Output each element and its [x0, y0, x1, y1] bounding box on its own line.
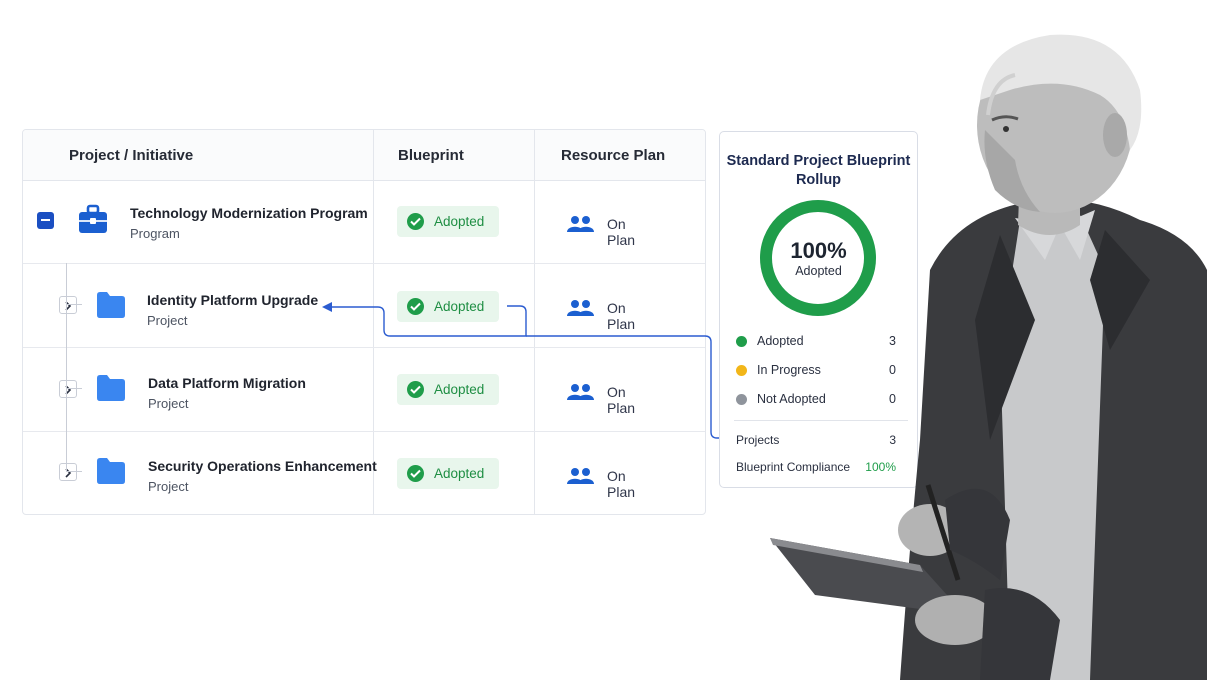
person-with-tablet-image [770, 34, 1207, 680]
legend-dot [736, 336, 747, 347]
legend-dot [736, 394, 747, 405]
legend-dot [736, 365, 747, 376]
